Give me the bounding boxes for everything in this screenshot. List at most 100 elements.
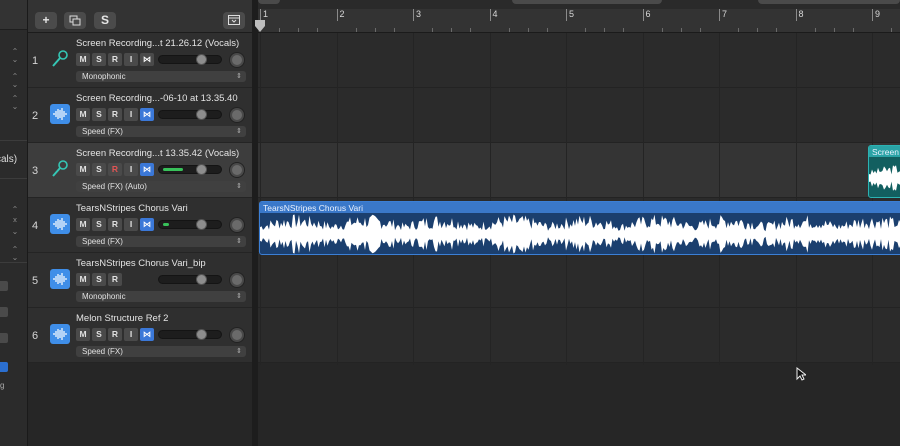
microphone-icon[interactable] [50,49,70,69]
fader-knob[interactable] [196,109,207,120]
mute-button[interactable]: M [76,108,90,121]
solo-button[interactable]: S [92,163,106,176]
inspector-field[interactable] [0,281,8,291]
fader-knob[interactable] [196,54,207,65]
fader-knob[interactable] [196,219,207,230]
empty-track-header-area[interactable] [28,365,252,446]
mute-button[interactable]: M [76,218,90,231]
fader-knob[interactable] [196,329,207,340]
volume-fader[interactable] [158,329,222,340]
pan-knob[interactable] [230,273,244,287]
updown-arrows-icon[interactable]: ⌃ ⌄ [11,246,19,262]
track-lane[interactable] [258,308,900,363]
solo-button[interactable]: S [92,108,106,121]
audio-region[interactable]: Screen R [868,145,900,198]
track-header[interactable]: 4 TearsNStripes Chorus Vari M S R I ⋈ Sp… [28,198,252,253]
pan-knob[interactable] [230,53,244,67]
volume-fader[interactable] [158,54,222,65]
microphone-icon[interactable] [50,159,70,179]
inspector-active-field[interactable] [0,362,8,372]
waveform-icon[interactable] [50,214,70,234]
plugin-slot[interactable]: Speed (FX) ⇕ [76,236,246,247]
track-header-selected[interactable]: 3 Screen Recording...t 13.35.42 (Vocals)… [28,143,252,198]
track-name[interactable]: TearsNStripes Chorus Vari_bip [76,258,206,269]
track-header[interactable]: 2 Screen Recording...-06-10 at 13.35.40 … [28,88,252,143]
playhead-icon[interactable] [255,20,265,32]
record-enable-button[interactable]: R [108,328,122,341]
track-alternatives-button[interactable]: ⋈ [140,108,154,121]
solo-button[interactable]: S [92,53,106,66]
solo-button[interactable]: S [92,273,106,286]
track-lane-selected[interactable] [258,143,900,198]
record-enable-button[interactable]: R [108,273,122,286]
fader-knob[interactable] [196,274,207,285]
volume-fader[interactable] [158,109,222,120]
track-header[interactable]: 1 Screen Recording...t 21.26.12 (Vocals)… [28,33,252,88]
tracks-area[interactable]: Screen R TearsNStripes Chorus Vari [258,33,900,446]
inspector-field[interactable] [0,307,8,317]
volume-fader[interactable] [158,274,222,285]
bar-number: 1 [263,9,269,19]
audio-region[interactable]: TearsNStripes Chorus Vari [259,201,900,255]
plugin-slot[interactable]: Monophonic ⇕ [76,71,246,82]
input-monitor-button[interactable]: I [124,108,138,121]
duplicate-track-button[interactable] [64,12,86,29]
ruler-segment [258,0,280,4]
updown-arrows-icon[interactable]: ⌃ ⌄ [11,48,19,64]
volume-fader[interactable] [158,219,222,230]
record-enable-button[interactable]: R [108,163,122,176]
track-name[interactable]: TearsNStripes Chorus Vari [76,203,188,214]
track-alternatives-button[interactable]: ⋈ [140,163,154,176]
updown-arrows-icon[interactable]: ⌃ ⌄ [11,220,19,236]
pan-knob[interactable] [230,108,244,122]
input-monitor-button[interactable]: I [124,218,138,231]
updown-arrows-icon: ⇕ [236,238,242,245]
inspector-field[interactable] [0,333,8,343]
pan-knob[interactable] [230,328,244,342]
solo-button[interactable]: S [92,328,106,341]
track-lane[interactable] [258,33,900,88]
updown-arrows-icon[interactable]: ⌃ ⌄ [11,95,19,111]
global-tracks-button[interactable] [223,12,245,29]
mute-button[interactable]: M [76,53,90,66]
waveform-icon[interactable] [50,324,70,344]
record-enable-button[interactable]: R [108,53,122,66]
track-header[interactable]: 5 TearsNStripes Chorus Vari_bip M S R Mo… [28,253,252,308]
bar-ruler[interactable]: 1 2 3 4 5 6 7 8 9 [258,0,900,33]
plugin-slot[interactable]: Speed (FX) ⇕ [76,346,246,357]
updown-arrows-icon[interactable]: ⌃ ⌄ [11,73,19,89]
track-name[interactable]: Screen Recording...t 21.26.12 (Vocals) [76,38,239,49]
solo-mode-button[interactable]: S [94,12,116,29]
divider [0,178,27,179]
track-lane[interactable] [258,253,900,308]
track-header[interactable]: 6 Melon Structure Ref 2 M S R I ⋈ Speed … [28,308,252,363]
track-name[interactable]: Screen Recording...t 13.35.42 (Vocals) [76,148,239,159]
fader-knob[interactable] [196,164,207,175]
waveform-icon[interactable] [50,104,70,124]
pan-knob[interactable] [230,163,244,177]
track-name[interactable]: Melon Structure Ref 2 [76,313,168,324]
volume-fader[interactable] [158,164,222,175]
track-alternatives-button[interactable]: ⋈ [140,53,154,66]
track-lane[interactable] [258,88,900,143]
pan-knob[interactable] [230,218,244,232]
input-monitor-button[interactable]: I [124,163,138,176]
waveform-icon[interactable] [50,269,70,289]
plugin-slot[interactable]: Speed (FX) ⇕ [76,126,246,137]
input-monitor-button[interactable]: I [124,328,138,341]
record-enable-button[interactable]: R [108,108,122,121]
bar-tick [872,9,873,21]
mute-button[interactable]: M [76,328,90,341]
track-name[interactable]: Screen Recording...-06-10 at 13.35.40 [76,93,238,104]
beat-tick [814,28,816,32]
solo-button[interactable]: S [92,218,106,231]
track-alternatives-button[interactable]: ⋈ [140,328,154,341]
plugin-slot[interactable]: Monophonic ⇕ [76,291,246,302]
plugin-slot[interactable]: Speed (FX) (Auto) ⇕ [76,181,246,192]
input-monitor-button[interactable]: I [124,53,138,66]
mute-button[interactable]: M [76,273,90,286]
track-alternatives-button[interactable]: ⋈ [140,218,154,231]
record-enable-button[interactable]: R [108,218,122,231]
add-track-button[interactable]: + [35,12,57,29]
mute-button[interactable]: M [76,163,90,176]
